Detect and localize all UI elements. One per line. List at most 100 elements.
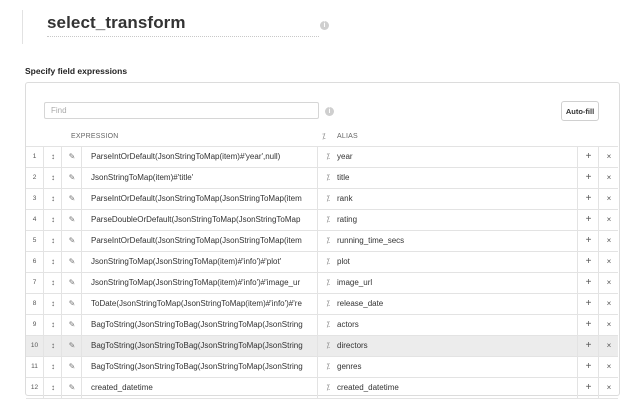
drag-handle-icon[interactable]: ↕ (43, 273, 62, 293)
delete-row-icon[interactable]: × (598, 147, 619, 167)
drag-handle-icon[interactable]: ↕ (43, 336, 62, 356)
delete-row-icon[interactable]: × (598, 315, 619, 335)
edit-icon[interactable]: ✎ (61, 357, 82, 377)
add-row-icon[interactable]: + (577, 357, 599, 377)
transform-name-field[interactable]: select_transform (47, 12, 319, 37)
delete-row-icon[interactable]: × (598, 168, 619, 188)
edit-icon[interactable]: ✎ (61, 294, 82, 314)
wand-icon[interactable]: ⁒ (317, 252, 338, 272)
delete-row-icon[interactable]: × (598, 189, 619, 209)
delete-row-icon[interactable]: × (598, 210, 619, 230)
alias-cell[interactable]: year (337, 147, 577, 167)
row-number: 7 (32, 279, 37, 286)
find-info-icon[interactable]: i (325, 107, 334, 116)
expression-cell[interactable]: created_datetime (81, 378, 341, 398)
edit-icon[interactable]: ✎ (61, 231, 82, 251)
alias-cell[interactable]: directors (337, 336, 577, 356)
row-number: 10 (30, 342, 39, 349)
expression-cell[interactable]: BagToString(JsonStringToBag(JsonStringTo… (81, 336, 341, 356)
add-row-icon[interactable]: + (577, 336, 599, 356)
edit-icon[interactable]: ✎ (61, 273, 82, 293)
drag-handle-icon[interactable]: ↕ (43, 147, 62, 167)
wand-icon[interactable]: ⁒ (317, 336, 338, 356)
wand-icon[interactable]: ⁒ (317, 210, 338, 230)
add-row-icon[interactable]: + (577, 252, 599, 272)
add-row-icon[interactable]: + (577, 210, 599, 230)
drag-handle-icon[interactable]: ↕ (43, 252, 62, 272)
edit-icon[interactable]: ✎ (61, 336, 82, 356)
alias-cell[interactable]: image_url (337, 273, 577, 293)
drag-handle-icon[interactable]: ↕ (43, 189, 62, 209)
drag-handle-icon[interactable]: ↕ (43, 210, 62, 230)
alias-cell[interactable]: plot (337, 252, 577, 272)
alias-cell[interactable]: created_datetime (337, 378, 577, 398)
alias-cell[interactable]: actors (337, 315, 577, 335)
wand-icon[interactable]: ⁒ (322, 132, 326, 142)
table-row: 4 ↕ ✎ ParseDoubleOrDefault(JsonStringToMap(… (26, 210, 618, 231)
delete-row-icon[interactable]: × (598, 294, 619, 314)
expression-cell[interactable]: BagToString(JsonStringToBag(JsonStringTo… (81, 357, 341, 377)
expression-cell[interactable]: ParseIntOrDefault(JsonStringToMap(JsonSt… (81, 231, 341, 251)
find-input[interactable] (44, 102, 319, 119)
expression-cell[interactable]: BagToString(JsonStringToBag(JsonStringTo… (81, 315, 341, 335)
add-row-icon[interactable]: + (577, 294, 599, 314)
drag-handle-icon[interactable]: ↕ (43, 294, 62, 314)
wand-icon[interactable]: ⁒ (317, 294, 338, 314)
edit-icon[interactable]: ✎ (61, 189, 82, 209)
table-row: 8 ↕ ✎ ToDate(JsonStringToMap(JsonStringToMa… (26, 294, 618, 315)
alias-cell[interactable]: genres (337, 357, 577, 377)
wand-icon[interactable]: ⁒ (317, 315, 338, 335)
edit-icon[interactable]: ✎ (61, 315, 82, 335)
wand-icon[interactable]: ⁒ (317, 189, 338, 209)
alias-cell[interactable]: title (337, 168, 577, 188)
delete-row-icon[interactable]: × (598, 273, 619, 293)
edit-icon[interactable]: ✎ (61, 378, 82, 398)
wand-icon[interactable]: ⁒ (317, 168, 338, 188)
edit-icon[interactable]: ✎ (61, 147, 82, 167)
edit-icon[interactable]: ✎ (61, 168, 82, 188)
add-row-icon[interactable]: + (577, 147, 599, 167)
wand-icon[interactable]: ⁒ (317, 357, 338, 377)
wand-icon[interactable]: ⁒ (317, 231, 338, 251)
drag-handle-icon[interactable]: ↕ (43, 315, 62, 335)
alias-cell[interactable]: rank (337, 189, 577, 209)
expression-cell[interactable]: ParseIntOrDefault(JsonStringToMap(item)#… (81, 147, 341, 167)
add-row-icon[interactable]: + (577, 273, 599, 293)
drag-handle-icon[interactable]: ↕ (43, 231, 62, 251)
drag-handle-icon[interactable]: ↕ (43, 378, 62, 398)
expression-cell[interactable]: JsonStringToMap(JsonStringToMap(item)#'i… (81, 252, 341, 272)
add-row-icon[interactable]: + (577, 168, 599, 188)
drag-handle-icon[interactable]: ↕ (43, 168, 62, 188)
delete-row-icon[interactable]: × (598, 336, 619, 356)
row-number: 8 (32, 300, 37, 307)
auto-fill-button[interactable]: Auto-fill (561, 101, 599, 121)
wand-icon[interactable]: ⁒ (317, 147, 338, 167)
alias-cell[interactable]: release_date (337, 294, 577, 314)
alias-cell[interactable]: running_time_secs (337, 231, 577, 251)
expression-cell[interactable]: ParseIntOrDefault(JsonStringToMap(JsonSt… (81, 189, 341, 209)
expression-cell[interactable]: JsonStringToMap(JsonStringToMap(item)#'i… (81, 273, 341, 293)
wand-icon[interactable]: ⁒ (317, 378, 338, 398)
row-number: 4 (32, 216, 37, 223)
alias-cell[interactable]: rating (337, 210, 577, 230)
expression-cell[interactable]: ToDate(JsonStringToMap(JsonStringToMap(i… (81, 294, 341, 314)
title-info-icon[interactable]: i (320, 21, 329, 30)
add-row-icon[interactable]: + (577, 315, 599, 335)
row-number: 9 (32, 321, 37, 328)
add-row-icon[interactable]: + (577, 231, 599, 251)
delete-row-icon[interactable]: × (598, 378, 619, 398)
expression-cell[interactable]: ParseDoubleOrDefault(JsonStringToMap(Jso… (81, 210, 341, 230)
edit-icon[interactable]: ✎ (61, 252, 82, 272)
delete-row-icon[interactable]: × (598, 357, 619, 377)
drag-handle-icon[interactable]: ↕ (43, 357, 62, 377)
edit-icon[interactable]: ✎ (61, 210, 82, 230)
add-row-icon[interactable]: + (577, 189, 599, 209)
delete-row-icon[interactable]: × (598, 252, 619, 272)
expression-cell[interactable]: JsonStringToMap(item)#'title' (81, 168, 341, 188)
add-row-icon[interactable]: + (577, 378, 599, 398)
expression-column-header: EXPRESSION (71, 133, 119, 140)
wand-icon[interactable]: ⁒ (317, 273, 338, 293)
table-row: 12 ↕ ✎ created_datetime ⁒ created_datetime + × (26, 378, 618, 399)
delete-row-icon[interactable]: × (598, 231, 619, 251)
table-row: 11 ↕ ✎ BagToString(JsonStringToBag(JsonStri… (26, 357, 618, 378)
